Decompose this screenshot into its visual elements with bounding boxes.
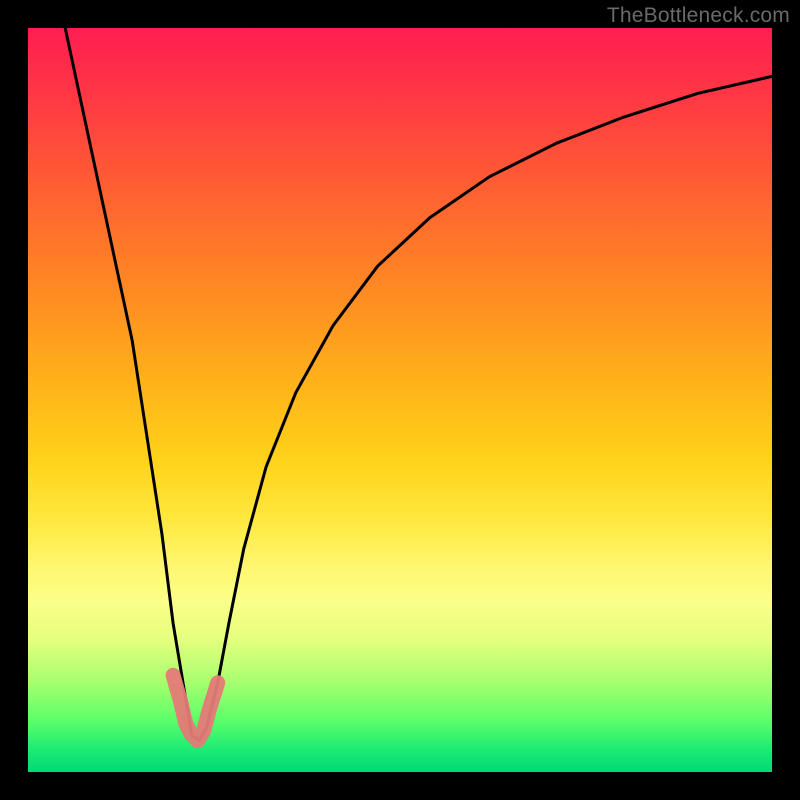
outer-frame: TheBottleneck.com xyxy=(0,0,800,800)
watermark-text: TheBottleneck.com xyxy=(607,4,790,28)
curve-svg xyxy=(28,28,772,772)
bottom-highlight xyxy=(173,675,218,740)
plot-area xyxy=(28,28,772,772)
bottleneck-curve xyxy=(65,28,772,741)
